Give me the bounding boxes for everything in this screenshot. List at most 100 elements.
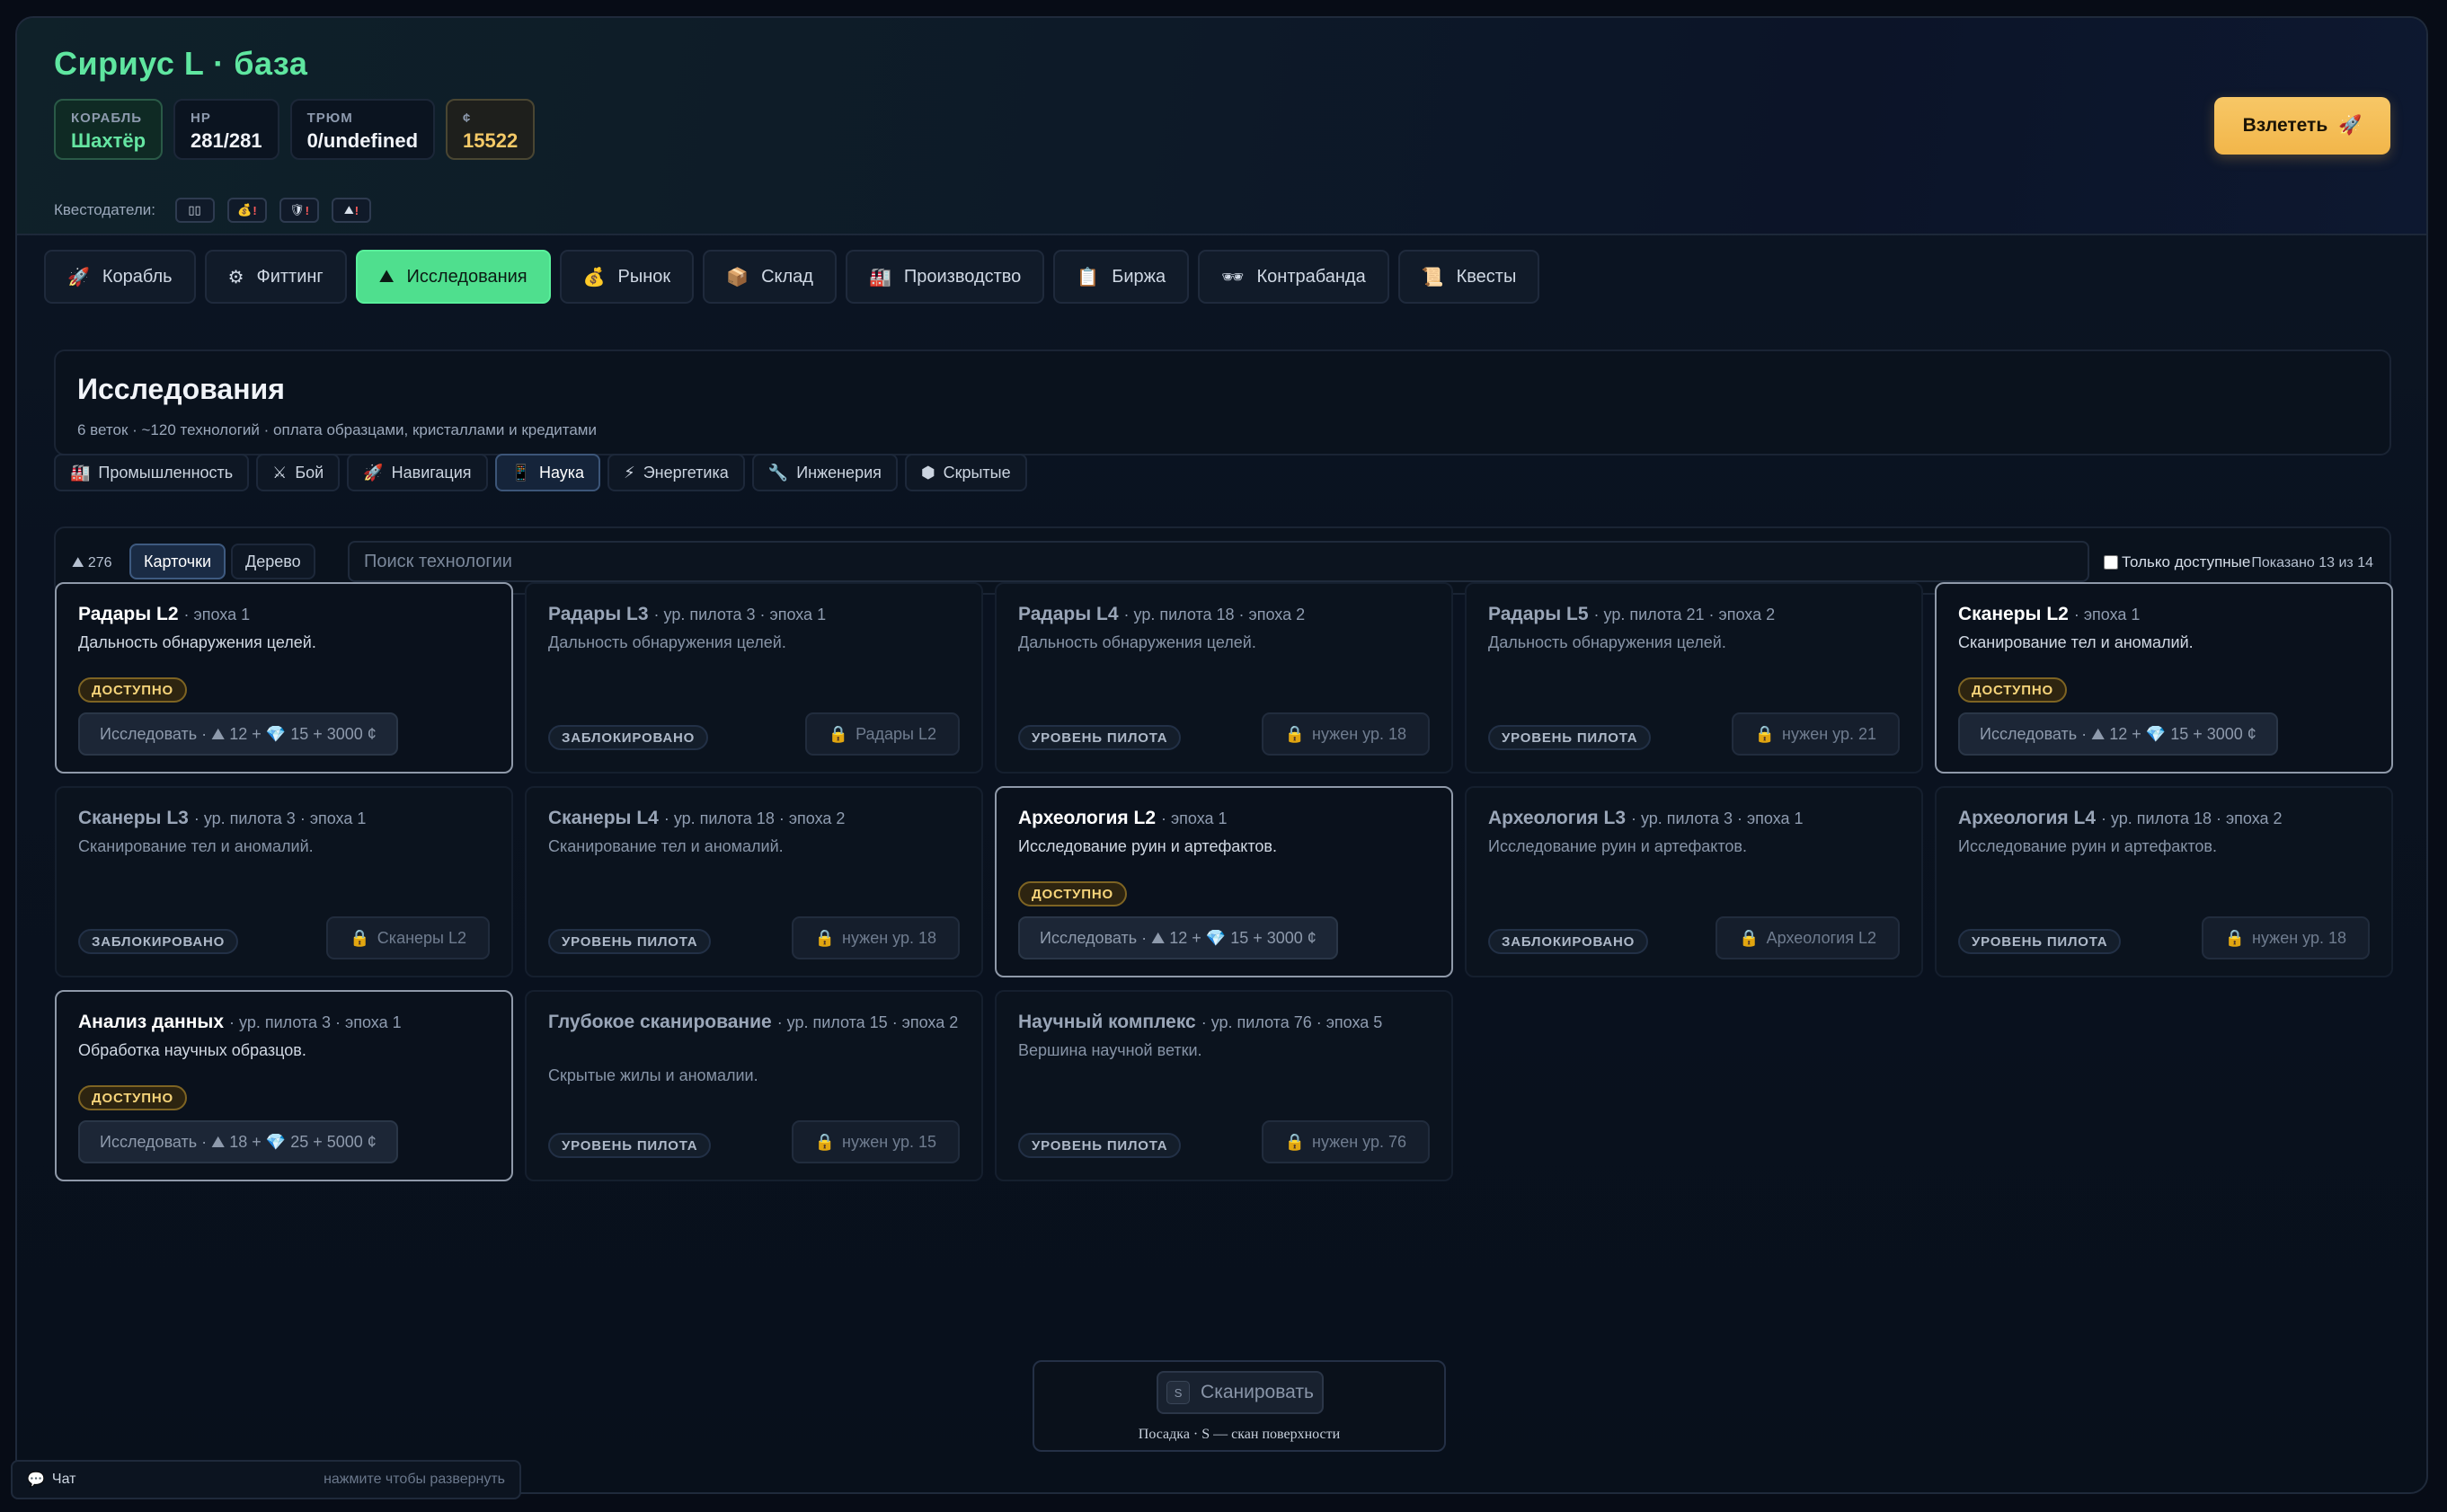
tech-card: Археология L3 · ур. пилота 3 · эпоха 1 Ис… — [1465, 786, 1923, 977]
quest-giver-button[interactable]: ⛰! — [332, 198, 371, 223]
tech-name: Радары L2 — [78, 604, 179, 624]
requirement-button[interactable]: 🔒 нужен ур. 76 — [1261, 1120, 1430, 1163]
status-badge: УРОВЕНЬ ПИЛОТА — [1018, 725, 1182, 750]
requirement-label: Археология L2 — [1766, 928, 1876, 947]
research-button[interactable]: Исследовать · ⛰ 12 + 💎 15 + 3000 ¢ — [78, 712, 398, 756]
launch-button[interactable]: Взлететь 🚀 — [2214, 97, 2390, 155]
research-button[interactable]: Исследовать · ⛰ 12 + 💎 15 + 3000 ¢ — [1018, 916, 1338, 959]
requirement-label: Сканеры L2 — [377, 928, 466, 947]
rocket-icon: 🚀 — [67, 267, 90, 287]
tech-card: Археология L4 · ур. пилота 18 · эпоха 2 И… — [1935, 786, 2393, 977]
lock-icon: 🔒 — [1754, 724, 1776, 743]
requirement-button[interactable]: 🔒 нужен ур. 18 — [1261, 712, 1430, 756]
only-available-toggle[interactable]: Только доступные — [2104, 553, 2250, 571]
tab-production[interactable]: 🏭 Производство — [845, 250, 1045, 304]
branch-label: Навигация — [391, 463, 472, 482]
microscope-icon: ⛰ — [378, 266, 395, 287]
status-badge: ДОСТУПНО — [78, 677, 187, 703]
quest-giver-button[interactable]: 🛡! — [279, 198, 319, 223]
tech-search-input[interactable] — [348, 541, 2089, 582]
tab-label: Квесты — [1456, 266, 1517, 287]
lock-icon: 🔒 — [828, 724, 849, 743]
branch-energy[interactable]: ⚡ Энергетика — [607, 454, 745, 491]
tab-label: Склад — [761, 266, 813, 287]
branch-science[interactable]: 📱 Наука — [494, 454, 601, 491]
quest-giver-icon: ▯▯ — [188, 203, 201, 217]
requirement-button[interactable]: 🔒 Сканеры L2 — [326, 916, 490, 959]
view-cards-button[interactable]: Карточки — [129, 544, 226, 579]
status-badge: УРОВЕНЬ ПИЛОТА — [548, 929, 712, 954]
tab-label: Исследования — [406, 266, 528, 287]
tech-desc: Обработка научных образцов. — [78, 1041, 306, 1059]
quest-giver-button[interactable]: 💰! — [227, 198, 267, 223]
tab-fitting[interactable]: ⚙ Фиттинг — [204, 250, 347, 304]
scan-button[interactable]: S Сканировать — [1157, 1371, 1324, 1414]
tech-meta: · ур. пилота 3 · эпоха 1 — [229, 1013, 402, 1031]
tech-name: Сканеры L4 — [548, 808, 659, 828]
stat-value: Шахтёр — [71, 129, 146, 152]
branch-engineering[interactable]: 🔧 Инженерия — [751, 454, 898, 491]
tab-research[interactable]: ⛰ Исследования — [355, 250, 551, 304]
tech-desc: Сканирование тел и аномалий. — [548, 837, 784, 855]
tech-card: Сканеры L2 · эпоха 1 Сканирование тел и а… — [1935, 582, 2393, 774]
tab-exchange[interactable]: 📋 Биржа — [1053, 250, 1190, 304]
requirement-button[interactable]: 🔒 Радары L2 — [804, 712, 960, 756]
branch-industry[interactable]: 🏭 Промышленность — [54, 454, 250, 491]
requirement-button[interactable]: 🔒 нужен ур. 18 — [791, 916, 960, 959]
tab-label: Контрабанда — [1256, 266, 1366, 287]
money-bag-icon: 💰 — [582, 267, 606, 287]
quest-giver-button[interactable]: ▯▯ — [175, 198, 215, 223]
tech-name: Радары L3 — [548, 604, 649, 624]
lock-icon: 🔒 — [1284, 724, 1306, 743]
branch-label: Промышленность — [98, 463, 234, 482]
tab-ship[interactable]: 🚀 Корабль — [44, 250, 196, 304]
tech-heading: Радары L4 · ур. пилота 18 · эпоха 2 — [1018, 604, 1433, 625]
chat-icon: 💬 — [27, 1472, 45, 1488]
tab-storage[interactable]: 📦 Склад — [703, 250, 837, 304]
requirement-label: нужен ур. 21 — [1782, 724, 1876, 743]
tech-meta: · ур. пилота 15 · эпоха 2 — [776, 1013, 959, 1031]
tech-heading: Радары L3 · ур. пилота 3 · эпоха 1 — [548, 604, 963, 625]
branch-label: Наука — [538, 463, 585, 482]
status-badge: УРОВЕНЬ ПИЛОТА — [1018, 1133, 1182, 1158]
requirement-button[interactable]: 🔒 нужен ур. 18 — [2201, 916, 2370, 959]
tech-name: Анализ данных — [78, 1012, 225, 1032]
rocket-icon: 🚀 — [2338, 115, 2363, 136]
tab-market[interactable]: 💰 Рынок — [559, 250, 695, 304]
tab-quests[interactable]: 📜 Квесты — [1397, 250, 1540, 304]
scroll-icon: 📜 — [1421, 267, 1444, 287]
branch-combat[interactable]: ⚔ Бой — [256, 454, 341, 491]
research-button[interactable]: Исследовать · ⛰ 18 + 💎 25 + 5000 ¢ — [78, 1120, 398, 1163]
hexagon-icon: ⬢ — [920, 463, 935, 482]
requirement-button[interactable]: 🔒 Археология L2 — [1716, 916, 1900, 959]
tab-contraband[interactable]: 🕶 Контрабанда — [1198, 250, 1389, 304]
tech-card: Сканеры L3 · ур. пилота 3 · эпоха 1 Скани… — [55, 786, 513, 977]
view-tree-button[interactable]: Дерево — [231, 544, 315, 579]
tech-meta: · ур. пилота 18 · эпоха 2 — [1123, 606, 1306, 623]
requirement-label: нужен ур. 15 — [842, 1132, 936, 1151]
chat-bar[interactable]: 💬 Чат нажмите чтобы развернуть — [11, 1460, 521, 1499]
chat-label: Чат — [51, 1472, 76, 1487]
tech-card: Глубокое сканирование · ур. пилота 15 · э… — [525, 990, 983, 1181]
tech-heading: Сканеры L2 · эпоха 1 — [1958, 604, 2373, 625]
branch-navigation[interactable]: 🚀 Навигация — [347, 454, 488, 491]
only-available-checkbox[interactable] — [2104, 555, 2118, 570]
gear-icon: ⚙ — [227, 267, 244, 287]
research-button[interactable]: Исследовать · ⛰ 12 + 💎 15 + 3000 ¢ — [1958, 712, 2278, 756]
tab-label: Производство — [903, 266, 1022, 287]
tech-meta: · ур. пилота 18 · эпоха 2 — [663, 809, 846, 827]
status-badge: УРОВЕНЬ ПИЛОТА — [548, 1133, 712, 1158]
tech-desc: Исследование руин и артефактов. — [1488, 837, 1747, 855]
stat-cargo: ТРЮМ 0/undefined — [289, 99, 436, 160]
research-panel: Исследования 6 веток · ~120 технологий ·… — [54, 349, 2391, 455]
requirement-button[interactable]: 🔒 нужен ур. 15 — [791, 1120, 960, 1163]
requirement-button[interactable]: 🔒 нужен ур. 21 — [1731, 712, 1900, 756]
branch-hidden[interactable]: ⬢ Скрытые — [904, 454, 1027, 491]
lock-icon: 🔒 — [1739, 928, 1760, 947]
research-points: ⛰ 276 — [72, 555, 112, 570]
tech-card: Радары L3 · ур. пилота 3 · эпоха 1 Дально… — [525, 582, 983, 774]
tech-name: Археология L2 — [1018, 808, 1156, 828]
tech-heading: Глубокое сканирование · ур. пилота 15 · э… — [548, 1012, 963, 1033]
tech-heading: Анализ данных · ур. пилота 3 · эпоха 1 — [78, 1012, 493, 1033]
requirement-label: нужен ур. 76 — [1312, 1132, 1406, 1151]
